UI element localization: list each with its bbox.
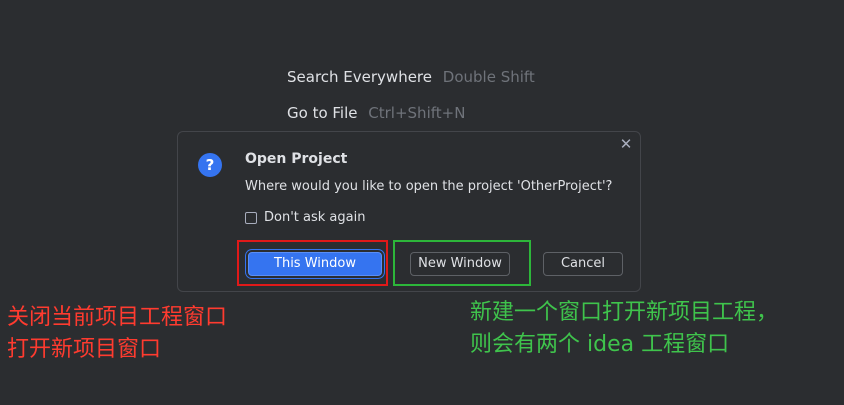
this-window-highlight-box — [237, 240, 388, 286]
hint-shortcut-label: Double Shift — [442, 68, 535, 86]
hint-search-everywhere: Search Everywhere Double Shift — [287, 68, 535, 86]
close-icon[interactable]: ✕ — [618, 136, 634, 152]
dialog-message: Where would you like to open the project… — [245, 179, 613, 194]
checkbox-label: Don't ask again — [264, 210, 366, 225]
cancel-button[interactable]: Cancel — [543, 252, 623, 276]
dialog-title: Open Project — [245, 151, 348, 167]
red-annotation: 关闭当前项目工程窗口 打开新项目窗口 — [7, 302, 227, 366]
new-window-highlight-box — [393, 240, 531, 286]
red-annotation-line: 打开新项目窗口 — [7, 337, 162, 362]
green-annotation: 新建一个窗口打开新项目工程， 则会有两个 idea 工程窗口 — [470, 297, 778, 361]
red-annotation-line: 关闭当前项目工程窗口 — [7, 305, 228, 330]
hint-shortcut-label: Ctrl+Shift+N — [368, 104, 466, 122]
green-annotation-line: 则会有两个 idea 工程窗口 — [470, 332, 730, 357]
hint-action-label: Search Everywhere — [287, 68, 432, 86]
green-annotation-line: 新建一个窗口打开新项目工程， — [470, 300, 779, 325]
dont-ask-again-checkbox[interactable]: Don't ask again — [245, 210, 365, 225]
hint-go-to-file: Go to File Ctrl+Shift+N — [287, 104, 465, 122]
question-icon: ? — [198, 153, 222, 177]
checkbox-box[interactable] — [245, 211, 257, 224]
hint-action-label: Go to File — [287, 104, 358, 122]
